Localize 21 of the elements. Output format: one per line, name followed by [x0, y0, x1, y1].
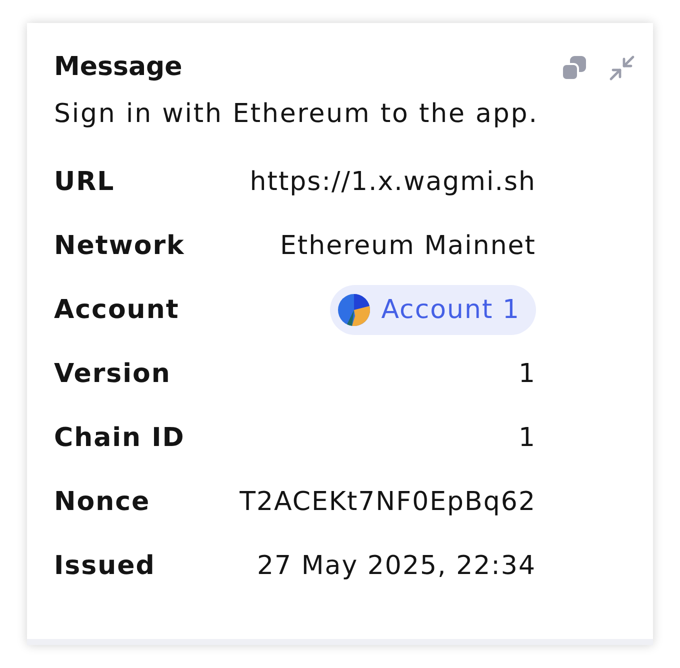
- field-value: https://1.x.wagmi.sh: [250, 166, 536, 198]
- field-label: Issued: [54, 550, 156, 582]
- field-value: T2ACEKt7NF0EpBq62: [240, 486, 536, 518]
- avatar-icon: [338, 294, 370, 326]
- field-label: Version: [54, 358, 171, 390]
- copy-button[interactable]: [561, 55, 587, 81]
- field-value: 1: [518, 422, 536, 454]
- message-text: Sign in with Ethereum to the app.: [54, 98, 536, 131]
- account-chip[interactable]: Account 1: [330, 284, 536, 334]
- field-value: 1: [518, 358, 536, 390]
- copy-icon: [561, 55, 587, 81]
- field-label: Chain ID: [54, 422, 185, 454]
- field-value: 27 May 2025, 22:34: [257, 550, 536, 582]
- field-label: Nonce: [54, 486, 150, 518]
- field-label: Account: [54, 294, 180, 326]
- field-label: Network: [54, 230, 185, 262]
- collapse-button[interactable]: [609, 55, 635, 81]
- message-title: Message: [54, 51, 184, 84]
- field-value: Ethereum Mainnet: [280, 230, 536, 262]
- field-label: URL: [54, 166, 115, 198]
- collapse-arrows-icon: [609, 55, 635, 81]
